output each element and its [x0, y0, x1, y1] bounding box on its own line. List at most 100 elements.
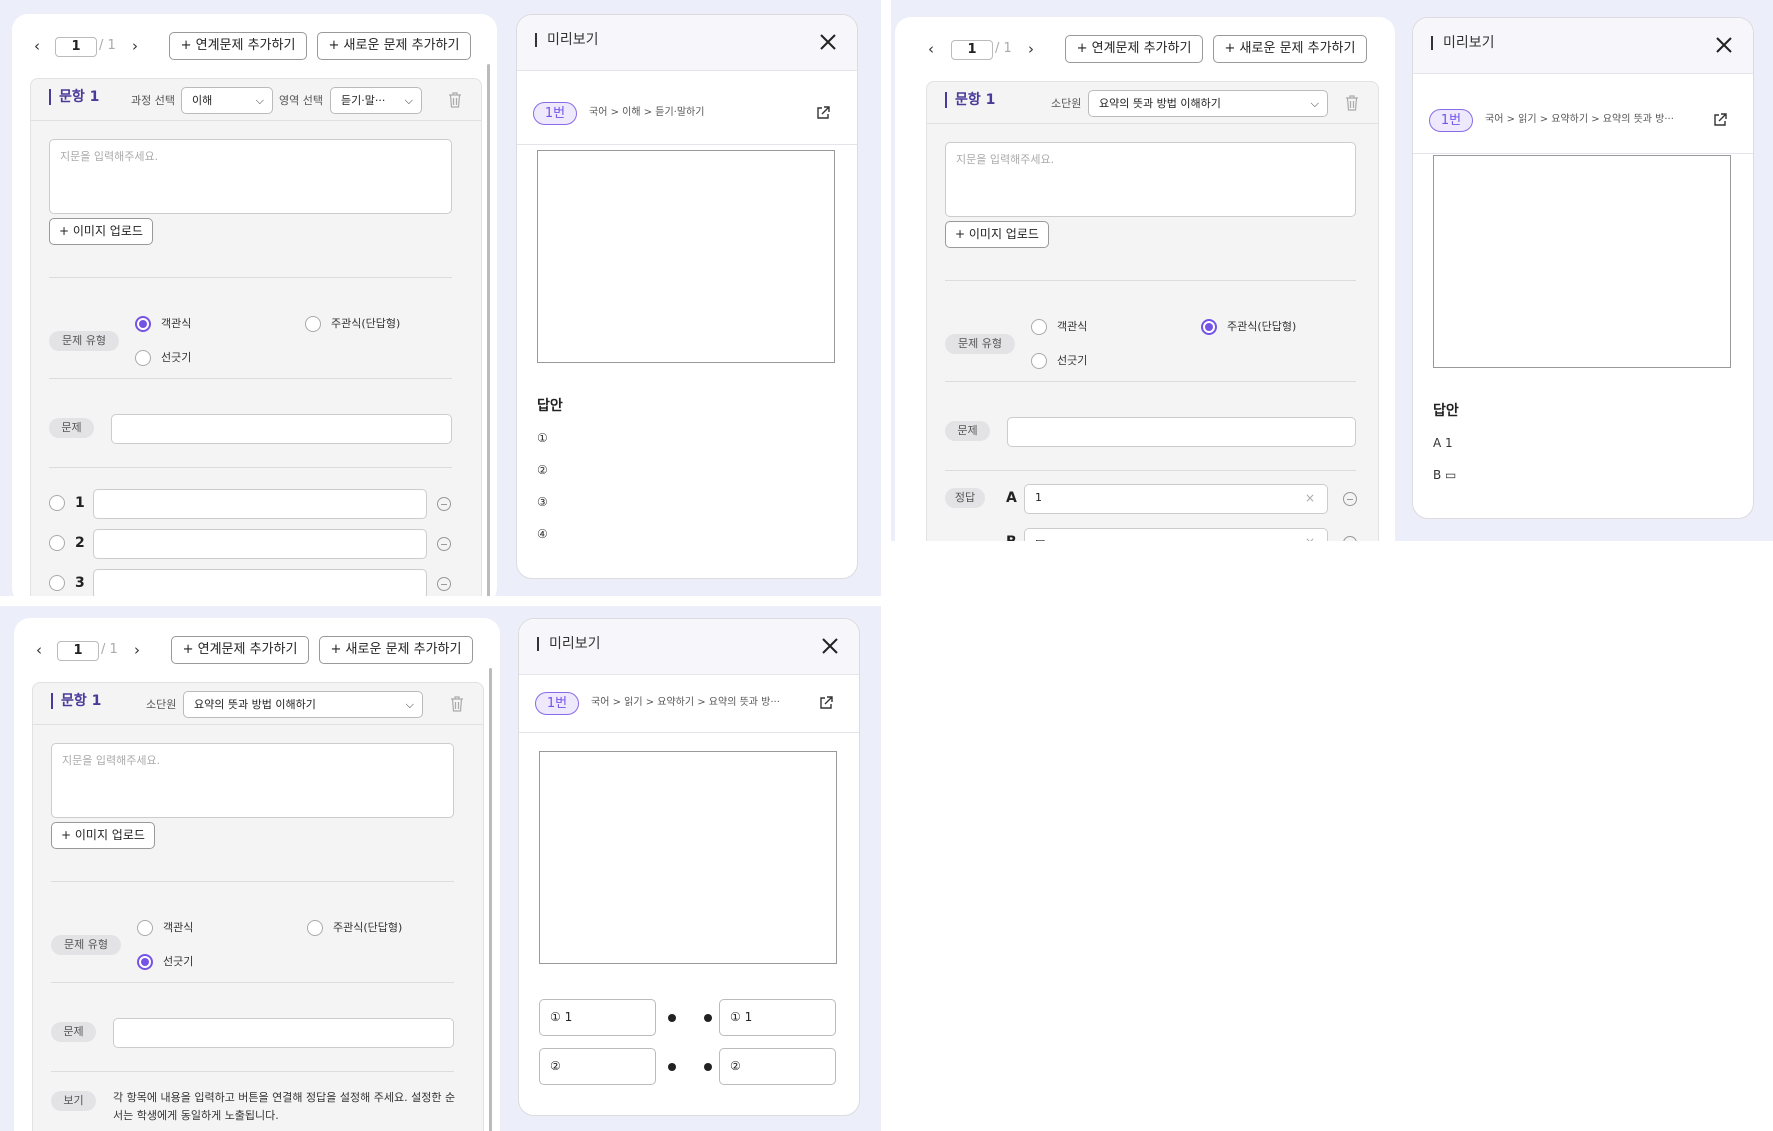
trash-icon[interactable] — [450, 696, 464, 712]
question-card: 문항 1 소단원 요약의 뜻과 방법 이해하기 ⌵ 지문을 입력해주세요. + … — [926, 81, 1379, 541]
preview-header: 미리보기 — [519, 619, 859, 675]
option-1-number: 1 — [75, 495, 85, 511]
add-new-question-button[interactable]: + 새로운 문제 추가하기 — [317, 32, 471, 60]
match-left-item-1[interactable]: ① 1 — [539, 999, 656, 1036]
match-dot[interactable] — [668, 1063, 676, 1071]
add-linked-question-button[interactable]: + 연계문제 추가하기 — [169, 32, 307, 60]
course-select[interactable]: 이해 ⌵ — [181, 87, 273, 114]
close-icon[interactable] — [1713, 34, 1735, 56]
external-link-icon[interactable] — [1713, 113, 1727, 127]
passage-textarea[interactable]: 지문을 입력해주세요. — [49, 139, 452, 214]
option-2-radio[interactable] — [49, 535, 65, 551]
image-upload-button[interactable]: + 이미지 업로드 — [49, 218, 153, 245]
add-new-question-button[interactable]: + 새로운 문제 추가하기 — [1213, 35, 1367, 63]
trash-icon[interactable] — [448, 92, 462, 108]
course-select-label: 과정 선택 — [131, 94, 175, 107]
next-page-button[interactable]: › — [1028, 35, 1034, 63]
match-right-item-2[interactable]: ② — [719, 1048, 836, 1085]
scrollbar[interactable] — [487, 64, 490, 596]
chevron-down-icon: ⌵ — [255, 94, 264, 107]
prev-page-button[interactable]: ‹ — [928, 35, 934, 63]
subjective-radio[interactable] — [1201, 319, 1217, 335]
answer-item-1: ① — [537, 431, 548, 445]
divider — [49, 277, 452, 278]
unit-select[interactable]: 요약의 뜻과 방법 이해하기 ⌵ — [1088, 90, 1328, 117]
prev-page-button[interactable]: ‹ — [34, 32, 40, 60]
page-number-input[interactable]: 1 — [951, 40, 993, 60]
screenshot-line-match: ‹ 1 / 1 › + 연계문제 추가하기 + 새로운 문제 추가하기 문항 1… — [0, 606, 881, 1131]
add-new-question-button[interactable]: + 새로운 문제 추가하기 — [319, 636, 473, 664]
passage-textarea[interactable]: 지문을 입력해주세요. — [945, 142, 1356, 217]
external-link-icon[interactable] — [816, 106, 830, 120]
subjective-radio[interactable] — [305, 316, 321, 332]
match-right-item-1[interactable]: ① 1 — [719, 999, 836, 1036]
close-icon[interactable] — [817, 31, 839, 53]
answer-a-input[interactable]: 1 — [1024, 484, 1328, 514]
scrollbar[interactable] — [489, 668, 492, 1131]
add-linked-question-button[interactable]: + 연계문제 추가하기 — [171, 636, 309, 664]
remove-option-2-icon[interactable] — [437, 537, 451, 551]
page-number-input[interactable]: 1 — [55, 37, 97, 57]
question-type-label: 문제 유형 — [51, 935, 121, 955]
match-dot[interactable] — [704, 1014, 712, 1022]
question-label: 문제 — [51, 1022, 96, 1042]
image-placeholder — [539, 751, 837, 964]
option-2-number: 2 — [75, 535, 85, 551]
image-upload-button[interactable]: + 이미지 업로드 — [945, 221, 1049, 248]
passage-textarea[interactable]: 지문을 입력해주세요. — [51, 743, 454, 818]
question-label: 문제 — [49, 418, 94, 438]
answer-a-value: 1 — [1035, 491, 1042, 504]
objective-radio[interactable] — [137, 920, 153, 936]
clear-icon[interactable]: × — [1305, 535, 1315, 541]
image-upload-button[interactable]: + 이미지 업로드 — [51, 822, 155, 849]
question-card-header: 문항 1 소단원 요약의 뜻과 방법 이해하기 ⌵ — [33, 683, 483, 725]
objective-label: 객관식 — [161, 317, 192, 330]
page-number-input[interactable]: 1 — [57, 641, 99, 661]
question-input[interactable] — [1007, 417, 1356, 447]
close-icon[interactable] — [819, 635, 841, 657]
answer-heading: 답안 — [1433, 403, 1459, 419]
remove-answer-b-icon[interactable] — [1343, 536, 1357, 541]
question-title: 문항 1 — [51, 693, 101, 709]
line-match-radio[interactable] — [137, 954, 153, 970]
option-3-input[interactable] — [93, 569, 427, 596]
match-left-item-2[interactable]: ② — [539, 1048, 656, 1085]
trash-icon[interactable] — [1345, 95, 1359, 111]
page-total: / 1 — [995, 41, 1012, 56]
answer-b-key: B — [1006, 533, 1017, 541]
unit-select[interactable]: 요약의 뜻과 방법 이해하기 ⌵ — [183, 691, 423, 718]
objective-radio[interactable] — [1031, 319, 1047, 335]
remove-answer-a-icon[interactable] — [1343, 492, 1357, 506]
line-match-radio[interactable] — [1031, 353, 1047, 369]
question-card: 문항 1 과정 선택 이해 ⌵ 영역 선택 듣기·말··· ⌵ 지문을 입력해주… — [30, 78, 482, 596]
match-dot[interactable] — [704, 1063, 712, 1071]
screenshot-subjective: ‹ 1 / 1 › + 연계문제 추가하기 + 새로운 문제 추가하기 문항 1… — [891, 0, 1773, 541]
answer-b-input[interactable]: ▭ — [1024, 528, 1328, 541]
option-3-radio[interactable] — [49, 575, 65, 591]
question-input[interactable] — [113, 1018, 454, 1048]
next-page-button[interactable]: › — [134, 636, 140, 664]
add-linked-question-button[interactable]: + 연계문제 추가하기 — [1065, 35, 1203, 63]
clear-icon[interactable]: × — [1305, 491, 1315, 505]
option-1-input[interactable] — [93, 489, 427, 519]
external-link-icon[interactable] — [819, 696, 833, 710]
question-input[interactable] — [111, 414, 452, 444]
line-match-radio[interactable] — [135, 350, 151, 366]
option-2-input[interactable] — [93, 529, 427, 559]
option-1-radio[interactable] — [49, 495, 65, 511]
objective-radio[interactable] — [135, 316, 151, 332]
line-match-label: 선긋기 — [163, 955, 194, 968]
area-select[interactable]: 듣기·말··· ⌵ — [330, 87, 422, 114]
subjective-radio[interactable] — [307, 920, 323, 936]
preview-panel: 미리보기 1번 국어 > 읽기 > 요약하기 > 요약의 뜻과 방··· 답안 … — [1412, 17, 1754, 519]
prev-page-button[interactable]: ‹ — [36, 636, 42, 664]
remove-option-3-icon[interactable] — [437, 577, 451, 591]
line-match-label: 선긋기 — [161, 351, 192, 364]
chevron-down-icon: ⌵ — [404, 94, 413, 107]
image-placeholder — [1433, 155, 1731, 368]
next-page-button[interactable]: › — [132, 32, 138, 60]
match-dot[interactable] — [668, 1014, 676, 1022]
remove-option-1-icon[interactable] — [437, 497, 451, 511]
page-total: / 1 — [101, 642, 118, 657]
area-select-label: 영역 선택 — [279, 94, 323, 107]
